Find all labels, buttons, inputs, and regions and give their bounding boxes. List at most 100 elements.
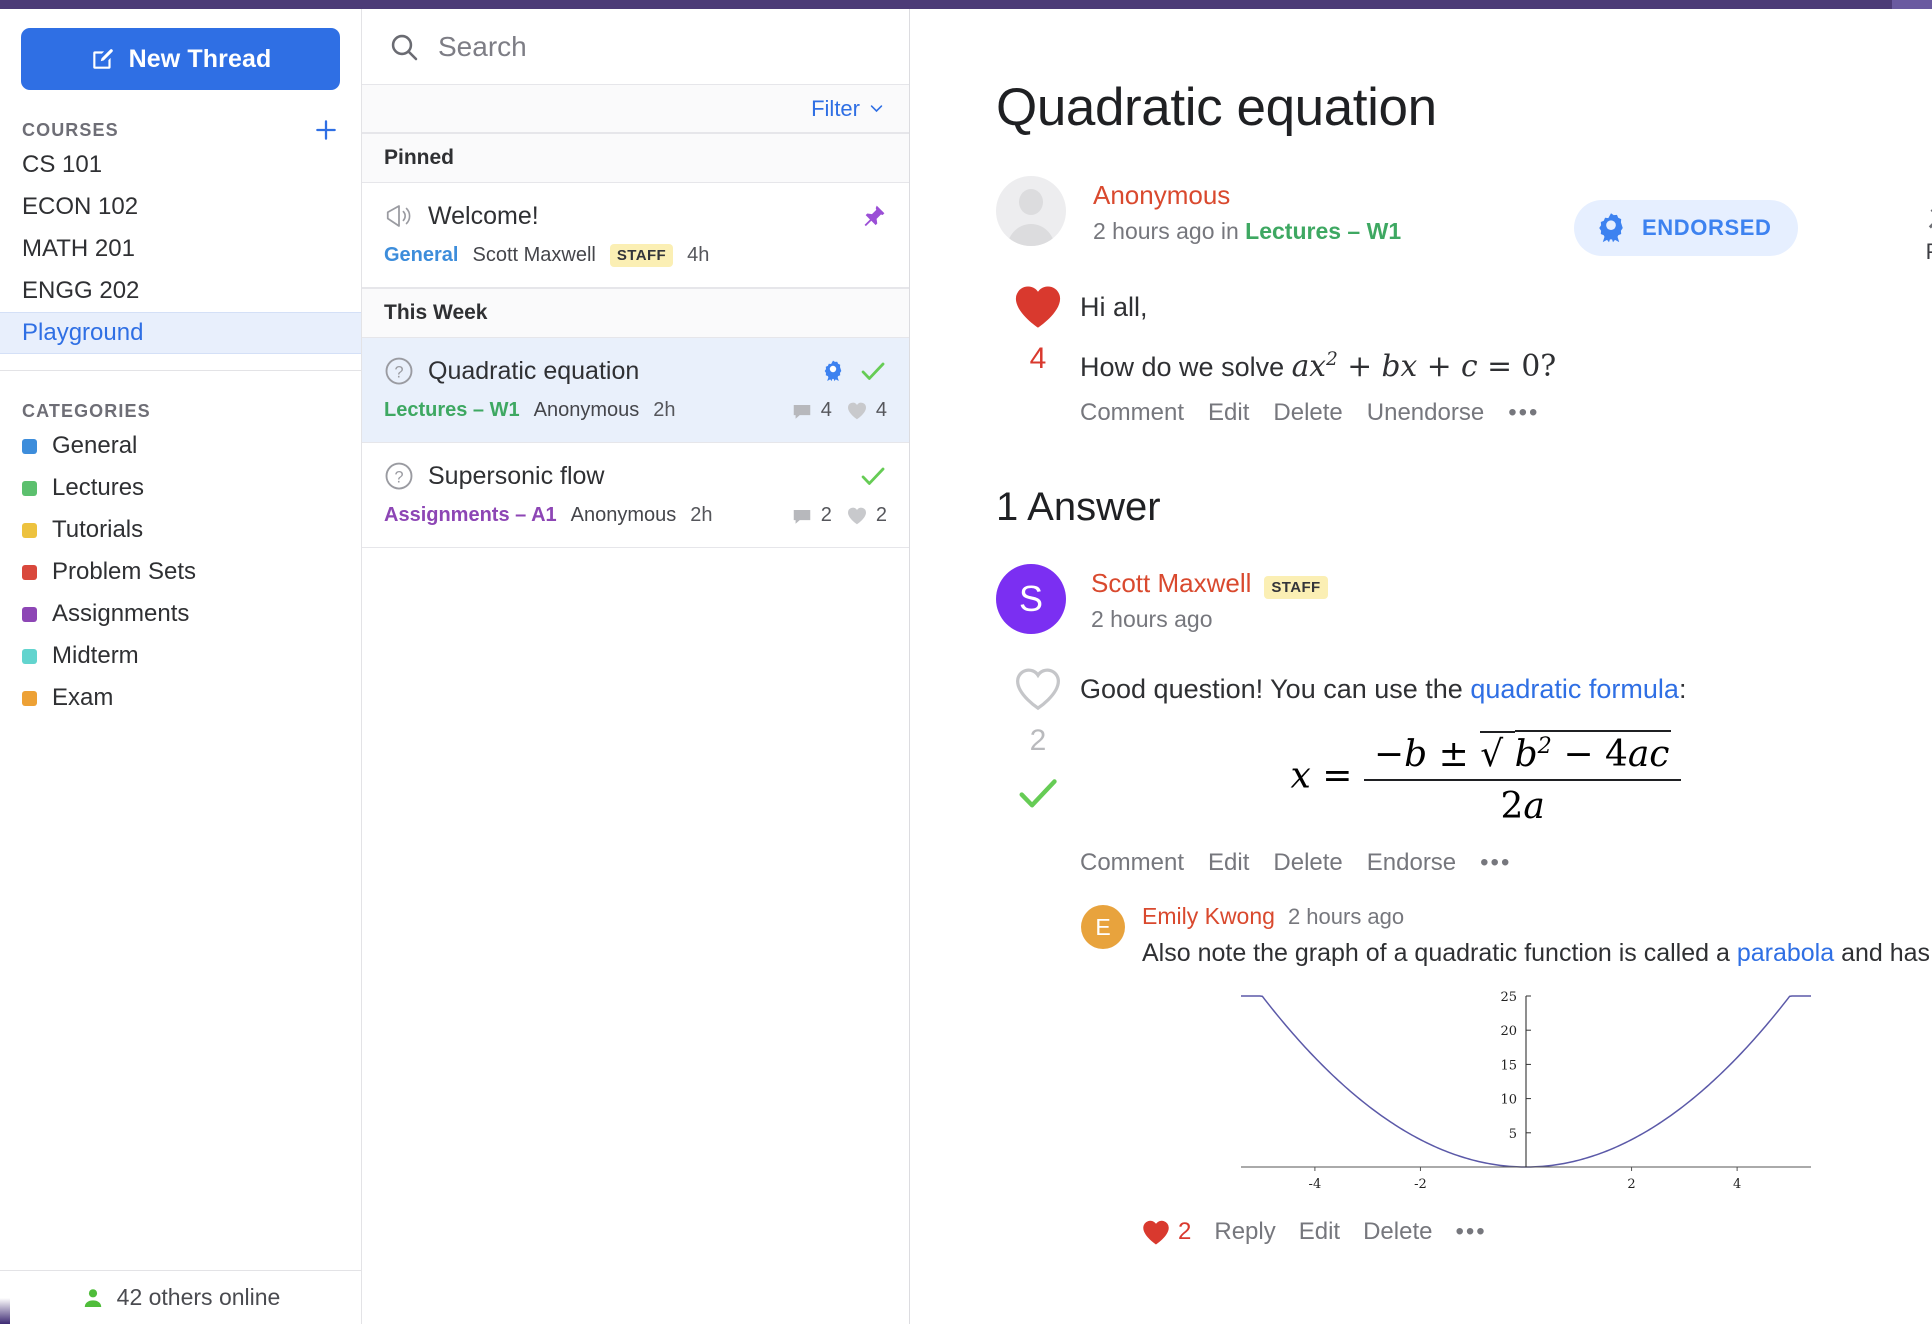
page-title: Quadratic equation [996,78,1437,137]
search-icon[interactable] [388,31,420,63]
heart-filled-icon[interactable] [1012,282,1064,330]
thread-title: Quadratic equation [428,356,640,385]
question-edit-button[interactable]: Edit [1208,399,1249,427]
new-thread-button[interactable]: New Thread [21,28,340,90]
app-root: New Thread COURSES CS 101 ECON 102 MATH 20… [0,0,1932,1324]
parabola-plot: -4 -2 2 4 5 10 15 20 25 [1211,982,1932,1202]
sidebar-category-tutorials[interactable]: Tutorials [0,509,361,551]
x-tick-label: 2 [1627,1177,1635,1192]
quadratic-formula-link[interactable]: quadratic formula [1470,674,1679,704]
parabola-chart: -4 -2 2 4 5 10 15 20 25 [1241,990,1811,1192]
answer-endorse-button[interactable]: Endorse [1367,849,1456,877]
question-delete-button[interactable]: Delete [1273,399,1342,427]
answer-comment-button[interactable]: Comment [1080,849,1184,877]
formula-expression: x = −b ± √ b2 − 4ac 2a [1291,730,1682,827]
question-author-name[interactable]: Anonymous [1093,180,1401,211]
sidebar-course-econ-102[interactable]: ECON 102 [0,186,361,228]
comment-author-name[interactable]: Emily Kwong [1142,903,1275,930]
thread-author: Anonymous [533,399,640,421]
answer-author-name[interactable]: Scott Maxwell [1091,568,1251,599]
corner-accent [0,1298,10,1324]
thread-row-title: Welcome! [384,201,887,231]
y-tick-label: 15 [1500,1059,1517,1074]
courses-section-header: COURSES [0,116,361,144]
heart-outline-icon[interactable] [1012,664,1064,712]
answer-time: 2 hours ago [1091,606,1213,633]
parabola-link[interactable]: parabola [1737,939,1834,967]
svg-text:?: ? [394,363,403,381]
y-tick-label: 20 [1500,1024,1517,1039]
sidebar-course-cs-101[interactable]: CS 101 [0,144,361,186]
thread-category[interactable]: General [384,244,458,267]
check-icon[interactable] [1012,770,1064,816]
comment-heart-count[interactable]: 2 [1141,1218,1191,1246]
sidebar-course-playground[interactable]: Playground [0,312,361,354]
answer-vote-column: 2 [996,664,1080,877]
comment-delete-button[interactable]: Delete [1363,1218,1432,1246]
category-color-swatch [22,522,37,538]
thread-group-header: Pinned [362,133,909,183]
thread-list-item[interactable]: Welcome! General Scott Maxwell STAFF 4h [362,183,909,288]
sidebar-category-exam[interactable]: Exam [0,677,361,719]
avatar: E [1081,905,1125,950]
answer-delete-button[interactable]: Delete [1273,849,1342,877]
ribbon-icon [1599,213,1623,243]
question-equation: ax2 + bx + c = 0? [1291,349,1557,385]
search-input[interactable] [438,30,883,63]
category-label: Exam [52,684,114,711]
announcement-icon [386,205,411,227]
heart-count-value: 4 [875,399,887,421]
thread-list-item[interactable]: ? Quadratic equation Lectures – W1 Anonymou… [362,338,909,443]
online-status-bar: 42 others online [0,1270,361,1324]
comment-text-prefix: Also note the graph of a quadratic funct… [1142,939,1737,968]
sidebar-category-midterm[interactable]: Midterm [0,635,361,677]
comment-actions: 2 Reply Edit Delete ••• [1141,1218,1932,1246]
ellipsis-icon[interactable]: ••• [1455,1218,1486,1246]
heart-icon [847,507,866,525]
answer-edit-button[interactable]: Edit [1208,849,1249,877]
sidebar-course-math-201[interactable]: MATH 201 [0,228,361,270]
pushpin-icon [1928,209,1932,229]
question-line-1: Hi all, [1080,292,1148,322]
sidebar-category-general[interactable]: General [0,425,361,467]
category-label: General [52,432,138,459]
question-unendorse-button[interactable]: Unendorse [1367,399,1484,427]
categories-section-header: CATEGORIES [0,397,361,425]
thread-author: Scott Maxwell [472,244,596,266]
comment-reply-button[interactable]: Reply [1214,1218,1275,1246]
sidebar-category-lectures[interactable]: Lectures [0,467,361,509]
category-label: Tutorials [52,516,144,543]
quadratic-formula-display: x = −b ± √ b2 − 4ac 2a [1080,730,1932,827]
comment-time: 2 hours ago [1287,904,1405,930]
thread-detail-panel: Quadratic equation Anonymous 2 hours ago… [911,9,1932,1324]
thread-row-title: ? Supersonic flow [384,461,887,491]
question-category[interactable]: Lectures – W1 [1245,218,1401,244]
thread-category[interactable]: Assignments – A1 [384,504,557,527]
scrollbar-track-top[interactable] [1892,0,1932,9]
categories-header-label: CATEGORIES [22,400,151,421]
comment-icon [793,404,810,419]
sidebar-category-problem-sets[interactable]: Problem Sets [0,551,361,593]
thread-list-item[interactable]: ? Supersonic flow Assignments – A1 Anonymou… [362,443,909,548]
category-label: Problem Sets [52,558,197,585]
sidebar-category-assignments[interactable]: Assignments [0,593,361,635]
pushpin-icon[interactable] [861,203,887,229]
comment-edit-button[interactable]: Edit [1299,1218,1340,1246]
ellipsis-icon[interactable]: ••• [1508,399,1539,427]
question-comment-button[interactable]: Comment [1080,399,1184,427]
check-icon [861,467,885,485]
thread-groups: Pinned Welcome! General Scott Maxwell STAFF 4… [362,133,909,548]
sidebar-course-engg-202[interactable]: ENGG 202 [0,270,361,312]
filter-button[interactable]: Filter [362,85,909,133]
pin-button[interactable]: PIN [1923,191,1932,265]
online-count-label: 42 others online [116,1284,281,1310]
endorsed-badge[interactable]: ENDORSED [1574,200,1798,256]
answer-author-row: S Scott Maxwell STAFF 2 hours ago [996,564,1932,635]
plus-icon[interactable] [313,117,339,143]
heart-filled-icon [1143,1220,1169,1245]
thread-category[interactable]: Lectures – W1 [384,399,520,422]
categories-list: General Lectures Tutorials Problem Sets Assi… [0,425,361,719]
ellipsis-icon[interactable]: ••• [1480,849,1511,877]
chevron-down-icon [870,105,883,113]
thread-time: 2h [690,504,713,526]
